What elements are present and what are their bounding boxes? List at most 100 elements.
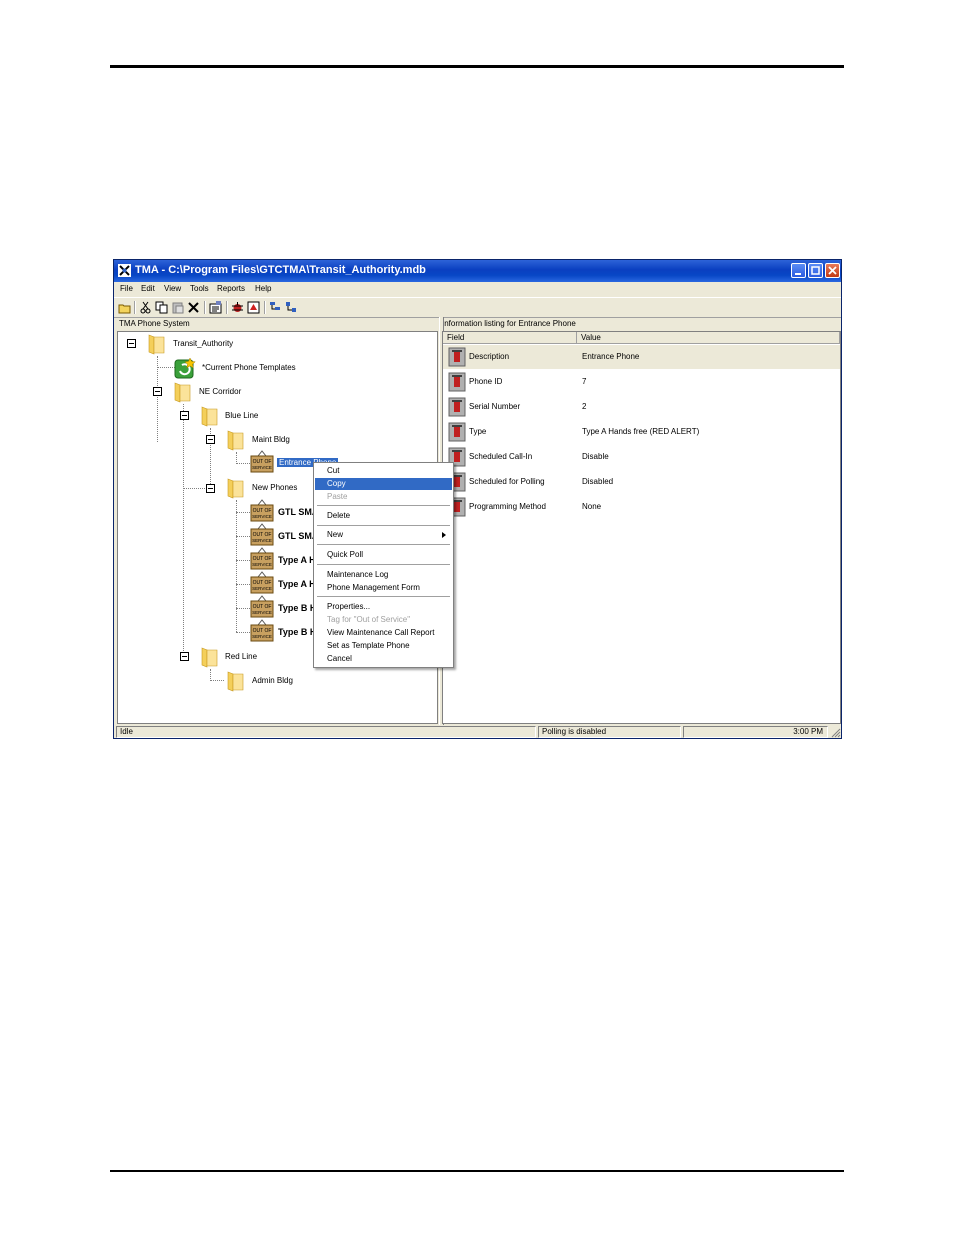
menu-item-properties[interactable]: Properties... [315,601,452,613]
cut-icon[interactable] [139,301,152,314]
svg-text:SERVICE: SERVICE [252,514,272,519]
title-bar[interactable]: TMA - C:\Program Files\GTCTMA\Transit_Au… [114,260,841,282]
column-header-value[interactable]: Value [577,332,840,344]
folder-icon [201,406,218,427]
tree-root-label[interactable]: Transit_Authority [173,339,233,348]
out-of-service-sign-icon: OUT OFSERVICE [250,595,274,618]
collapse-new-phones[interactable] [206,484,215,493]
detail-row[interactable]: Programming Method None [443,495,840,519]
svg-text:SERVICE: SERVICE [252,610,272,615]
collapse-red-line[interactable] [180,652,189,661]
menu-view[interactable]: View [164,284,181,293]
paste-icon[interactable] [171,301,184,314]
detail-value: None [582,502,602,511]
svg-text:SERVICE: SERVICE [252,562,272,567]
folder-icon [174,382,191,403]
menu-item-phone-management-form[interactable]: Phone Management Form [315,582,452,594]
phone-icon [448,422,466,442]
tree-new-phones-label[interactable]: New Phones [252,483,297,492]
tree-ne-corridor-label[interactable]: NE Corridor [199,387,241,396]
phone-icon [448,372,466,392]
detail-row[interactable]: Scheduled Call-In Disable [443,445,840,469]
column-header-field[interactable]: Field [443,332,577,344]
alert-icon[interactable] [247,301,260,314]
detail-row[interactable]: Type Type A Hands free (RED ALERT) [443,420,840,444]
toolbar-separator [204,301,206,314]
minimize-button[interactable] [791,263,806,278]
left-pane-header: TMA Phone System [119,319,190,328]
template-icon [174,357,196,379]
out-of-service-sign-icon: OUT OFSERVICE [250,547,274,570]
copy-icon[interactable] [155,301,168,314]
folder-icon [227,430,244,451]
status-state: Idle [116,726,536,738]
bug-icon[interactable] [231,301,244,314]
menu-item-cut[interactable]: Cut [315,465,452,477]
menu-item-quick-poll[interactable]: Quick Poll [315,549,452,561]
svg-text:SERVICE: SERVICE [252,634,272,639]
tree-templates-label[interactable]: *Current Phone Templates [202,363,296,372]
menu-item-delete[interactable]: Delete [315,510,452,522]
detail-value: Entrance Phone [582,352,640,361]
tree-maint-bldg-label[interactable]: Maint Bldg [252,435,290,444]
close-icon [828,266,837,275]
out-of-service-sign-icon: OUT OFSERVICE [250,571,274,594]
menu-help[interactable]: Help [255,284,271,293]
tree-view-icon[interactable] [269,301,282,314]
detail-row[interactable]: Serial Number 2 [443,395,840,419]
list-view-icon[interactable] [285,301,298,314]
menu-reports[interactable]: Reports [217,284,245,293]
app-icon [118,264,131,277]
page-bottom-rule [110,1170,844,1172]
properties-icon[interactable] [209,301,222,314]
detail-field: Programming Method [469,502,546,511]
page-top-rule [110,65,844,68]
menu-item-tag-out-of-service[interactable]: Tag for "Out of Service" [315,614,452,626]
menu-item-copy[interactable]: Copy [315,478,452,490]
tree-admin-bldg-label[interactable]: Admin Bldg [252,676,293,685]
menu-bar: File Edit View Tools Reports Help [114,282,841,297]
menu-item-paste[interactable]: Paste [315,491,452,503]
tree-phone-item[interactable]: Type B H [278,603,316,613]
resize-grip-icon[interactable] [830,727,841,738]
tree-phone-item[interactable]: Type A H [278,555,316,565]
menu-item-set-as-template[interactable]: Set as Template Phone [315,640,452,652]
menu-item-cancel[interactable]: Cancel [315,653,452,665]
tree-phone-item[interactable]: Type A H [278,579,316,589]
menu-file[interactable]: File [120,284,133,293]
maximize-button[interactable] [808,263,823,278]
collapse-root[interactable] [127,339,136,348]
menu-item-view-maintenance-report[interactable]: View Maintenance Call Report [315,627,452,639]
detail-value: Type A Hands free (RED ALERT) [582,427,700,436]
tree-red-line-label[interactable]: Red Line [225,652,257,661]
details-list[interactable]: Field Value Description Entrance Phone P… [442,331,841,724]
menu-item-maintenance-log[interactable]: Maintenance Log [315,569,452,581]
minimize-icon [795,273,801,275]
tree-phone-item[interactable]: Type B H [278,627,316,637]
delete-icon[interactable] [187,301,200,314]
status-time: 3:00 PM [683,726,828,738]
detail-row[interactable]: Description Entrance Phone [443,345,840,369]
detail-field: Description [469,352,510,361]
detail-field: Scheduled Call-In [469,452,533,461]
menu-edit[interactable]: Edit [141,284,155,293]
detail-value: Disable [582,452,609,461]
collapse-ne-corridor[interactable] [153,387,162,396]
detail-row[interactable]: Scheduled for Polling Disabled [443,470,840,494]
close-button[interactable] [825,263,840,278]
tree-blue-line-label[interactable]: Blue Line [225,411,258,420]
menu-separator [317,505,450,506]
collapse-blue-line[interactable] [180,411,189,420]
open-icon[interactable] [118,301,131,314]
detail-row[interactable]: Phone ID 7 [443,370,840,394]
window-title: TMA - C:\Program Files\GTCTMA\Transit_Au… [135,264,426,276]
menu-tools[interactable]: Tools [190,284,209,293]
right-pane-header: Information listing for Entrance Phone [442,319,576,328]
menu-item-new[interactable]: New [315,529,452,541]
detail-field: Phone ID [469,377,503,386]
collapse-maint-bldg[interactable] [206,435,215,444]
toolbar-separator [264,301,266,314]
folder-icon [227,671,244,692]
toolbar [114,297,841,318]
toolbar-separator [226,301,228,314]
